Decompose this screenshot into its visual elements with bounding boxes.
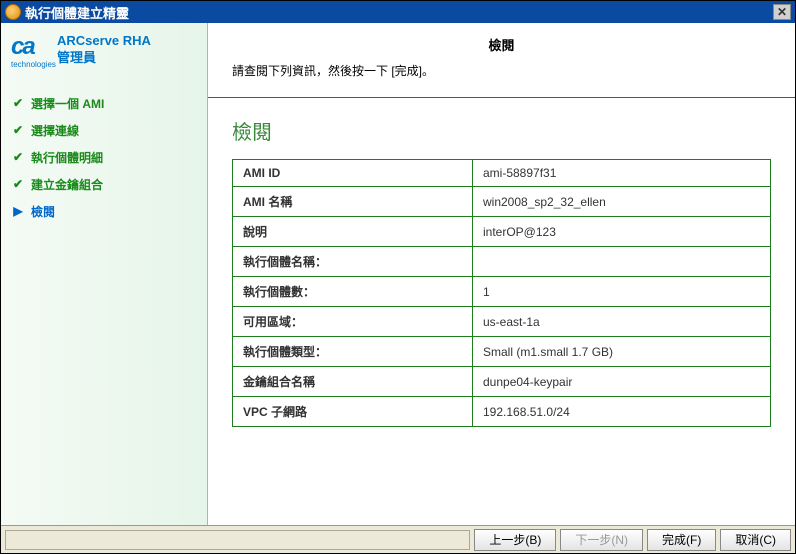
content-heading: 檢閱 bbox=[232, 116, 771, 145]
check-icon: ✔ bbox=[11, 96, 25, 110]
nav-item-label: 選擇連線 bbox=[31, 122, 79, 139]
nav-item-label: 建立金鑰組合 bbox=[31, 176, 103, 193]
back-button[interactable]: 上一步(B) bbox=[474, 529, 556, 551]
brand-logo: ca technologies bbox=[11, 33, 51, 65]
step-header: 檢閱 請查閱下列資訊，然後按一下 [完成]。 bbox=[208, 23, 795, 98]
row-label: VPC 子網路 bbox=[233, 397, 473, 427]
row-label: AMI 名稱 bbox=[233, 187, 473, 217]
check-icon: ✔ bbox=[11, 150, 25, 164]
row-label: 執行個體類型： bbox=[233, 337, 473, 367]
row-label: 可用區域： bbox=[233, 307, 473, 337]
review-table: AMI IDami-58897f31AMI 名稱win2008_sp2_32_e… bbox=[232, 159, 771, 427]
app-icon bbox=[5, 4, 21, 20]
brand: ca technologies ARCserve RHA 管理員 bbox=[11, 33, 199, 67]
nav-item-2[interactable]: ✔ 執行個體明細 bbox=[11, 147, 199, 168]
table-row: 說明interOP@123 bbox=[233, 217, 771, 247]
nav-item-0[interactable]: ✔ 選擇一個 AMI bbox=[11, 93, 199, 114]
step-description: 請查閱下列資訊，然後按一下 [完成]。 bbox=[232, 62, 771, 79]
nav-item-label: 執行個體明細 bbox=[31, 149, 103, 166]
step-content: 檢閱 AMI IDami-58897f31AMI 名稱win2008_sp2_3… bbox=[208, 98, 795, 525]
row-label: 金鑰組合名稱 bbox=[233, 367, 473, 397]
window-title: 執行個體建立精靈 bbox=[25, 3, 773, 22]
row-value: ami-58897f31 bbox=[473, 160, 771, 187]
row-value bbox=[473, 247, 771, 277]
table-row: 執行個體數：1 bbox=[233, 277, 771, 307]
finish-button[interactable]: 完成(F) bbox=[647, 529, 716, 551]
table-row: 金鑰組合名稱dunpe04-keypair bbox=[233, 367, 771, 397]
nav-item-label: 選擇一個 AMI bbox=[31, 95, 104, 112]
table-row: AMI IDami-58897f31 bbox=[233, 160, 771, 187]
nav-item-label: 檢閱 bbox=[31, 203, 55, 220]
nav-item-3[interactable]: ✔ 建立金鑰組合 bbox=[11, 174, 199, 195]
check-icon: ✔ bbox=[11, 177, 25, 191]
nav-item-4[interactable]: ▶ 檢閱 bbox=[11, 201, 199, 222]
row-value: 1 bbox=[473, 277, 771, 307]
titlebar: 執行個體建立精靈 ✕ bbox=[1, 1, 795, 23]
row-label: AMI ID bbox=[233, 160, 473, 187]
row-label: 說明 bbox=[233, 217, 473, 247]
table-row: VPC 子網路192.168.51.0/24 bbox=[233, 397, 771, 427]
table-row: 執行個體類型：Small (m1.small 1.7 GB) bbox=[233, 337, 771, 367]
row-value: interOP@123 bbox=[473, 217, 771, 247]
arrow-icon: ▶ bbox=[11, 204, 25, 218]
check-icon: ✔ bbox=[11, 123, 25, 137]
row-value: win2008_sp2_32_ellen bbox=[473, 187, 771, 217]
nav-list: ✔ 選擇一個 AMI ✔ 選擇連線 ✔ 執行個體明細 ✔ 建立金鑰組合 ▶ 檢閱 bbox=[11, 93, 199, 222]
row-value: dunpe04-keypair bbox=[473, 367, 771, 397]
row-label: 執行個體數： bbox=[233, 277, 473, 307]
close-icon[interactable]: ✕ bbox=[773, 4, 791, 20]
next-button: 下一步(N) bbox=[560, 529, 643, 551]
wizard-window: 執行個體建立精靈 ✕ ca technologies ARCserve RHA … bbox=[0, 0, 796, 554]
brand-product: ARCserve RHA 管理員 bbox=[57, 33, 151, 67]
cancel-button[interactable]: 取消(C) bbox=[720, 529, 791, 551]
window-body: ca technologies ARCserve RHA 管理員 ✔ 選擇一個 A… bbox=[1, 23, 795, 525]
row-value: 192.168.51.0/24 bbox=[473, 397, 771, 427]
main-panel: 檢閱 請查閱下列資訊，然後按一下 [完成]。 檢閱 AMI IDami-5889… bbox=[207, 23, 795, 525]
step-title: 檢閱 bbox=[232, 35, 771, 54]
table-row: 可用區域：us-east-1a bbox=[233, 307, 771, 337]
row-value: Small (m1.small 1.7 GB) bbox=[473, 337, 771, 367]
table-row: AMI 名稱win2008_sp2_32_ellen bbox=[233, 187, 771, 217]
row-value: us-east-1a bbox=[473, 307, 771, 337]
footer: 上一步(B) 下一步(N) 完成(F) 取消(C) bbox=[1, 525, 795, 553]
footer-spacer bbox=[5, 530, 470, 550]
table-row: 執行個體名稱： bbox=[233, 247, 771, 277]
sidebar: ca technologies ARCserve RHA 管理員 ✔ 選擇一個 A… bbox=[1, 23, 207, 525]
row-label: 執行個體名稱： bbox=[233, 247, 473, 277]
nav-item-1[interactable]: ✔ 選擇連線 bbox=[11, 120, 199, 141]
